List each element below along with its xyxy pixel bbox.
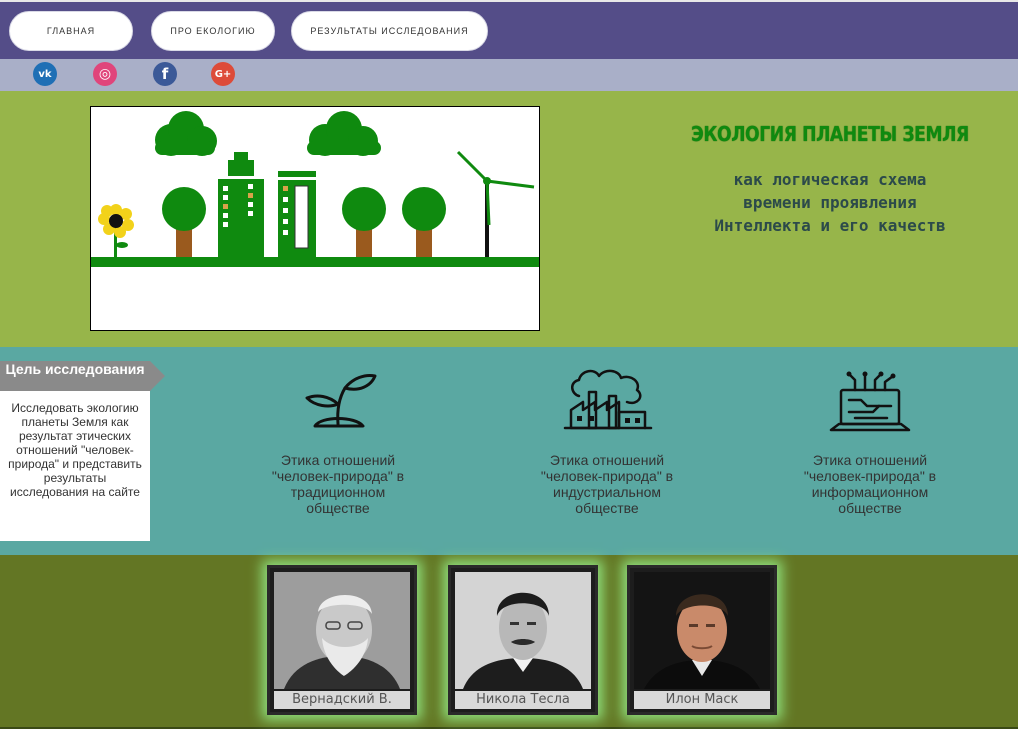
goal-heading: Цель исследования (0, 361, 165, 391)
tree-icon (342, 187, 386, 259)
person-card-musk[interactable]: Илон Маск (627, 565, 777, 715)
tree-icon (162, 187, 206, 259)
laptop-circuit-icon (829, 371, 911, 432)
ethic-item-traditional: Этика отношений "человек-природа" в трад… (268, 366, 408, 516)
sunflower-icon (98, 204, 134, 259)
nav-button-home[interactable]: ГЛАВНАЯ (9, 11, 133, 51)
building-icon (218, 152, 264, 259)
person-name: Никола Тесла (455, 691, 591, 709)
goal-description: Исследовать экологию планеты Земля как р… (0, 391, 150, 541)
portrait-image (455, 572, 591, 689)
top-navigation: ГЛАВНАЯ ПРО ЕКОЛОГИЮ РЕЗУЛЬТАТЫ ИССЛЕДОВ… (0, 0, 1018, 59)
ethic-item-information: Этика отношений "человек-природа" в инфо… (800, 366, 940, 516)
person-name: Илон Маск (634, 691, 770, 709)
cloud-icon (307, 111, 381, 156)
google-plus-icon[interactable]: G+ (211, 62, 235, 86)
sprout-icon (305, 374, 377, 428)
person-card-vernadsky[interactable]: Вернадский В. (267, 565, 417, 715)
tree-icon (402, 187, 446, 259)
portrait-image (274, 572, 410, 689)
factory-icon (563, 369, 653, 430)
building-icon (278, 171, 316, 259)
instagram-icon[interactable]: ◎ (93, 62, 117, 86)
page-subtitle: как логическая схема времени проявления … (714, 170, 946, 235)
nav-button-results[interactable]: РЕЗУЛЬТАТЫ ИССЛЕДОВАНИЯ (291, 11, 488, 51)
eco-city-illustration (90, 106, 540, 331)
ethic-label: Этика отношений "человек-природа" в инфо… (803, 452, 937, 516)
cloud-icon (155, 111, 217, 156)
ethic-label: Этика отношений "человек-природа" в трад… (271, 452, 405, 516)
facebook-icon[interactable]: f (153, 62, 177, 86)
page-title: ЭКОЛОГИЯ ПЛАНЕТЫ ЗЕМЛЯ (691, 122, 969, 146)
nav-button-ecology[interactable]: ПРО ЕКОЛОГИЮ (151, 11, 275, 51)
person-card-tesla[interactable]: Никола Тесла (448, 565, 598, 715)
vk-icon[interactable]: vk (33, 62, 57, 86)
wind-turbine-icon (456, 150, 535, 259)
ethic-item-industrial: Этика отношений "человек-природа" в инду… (537, 366, 677, 516)
person-name: Вернадский В. (274, 691, 410, 709)
ethic-label: Этика отношений "человек-природа" в инду… (540, 452, 674, 516)
portrait-image (634, 572, 770, 689)
